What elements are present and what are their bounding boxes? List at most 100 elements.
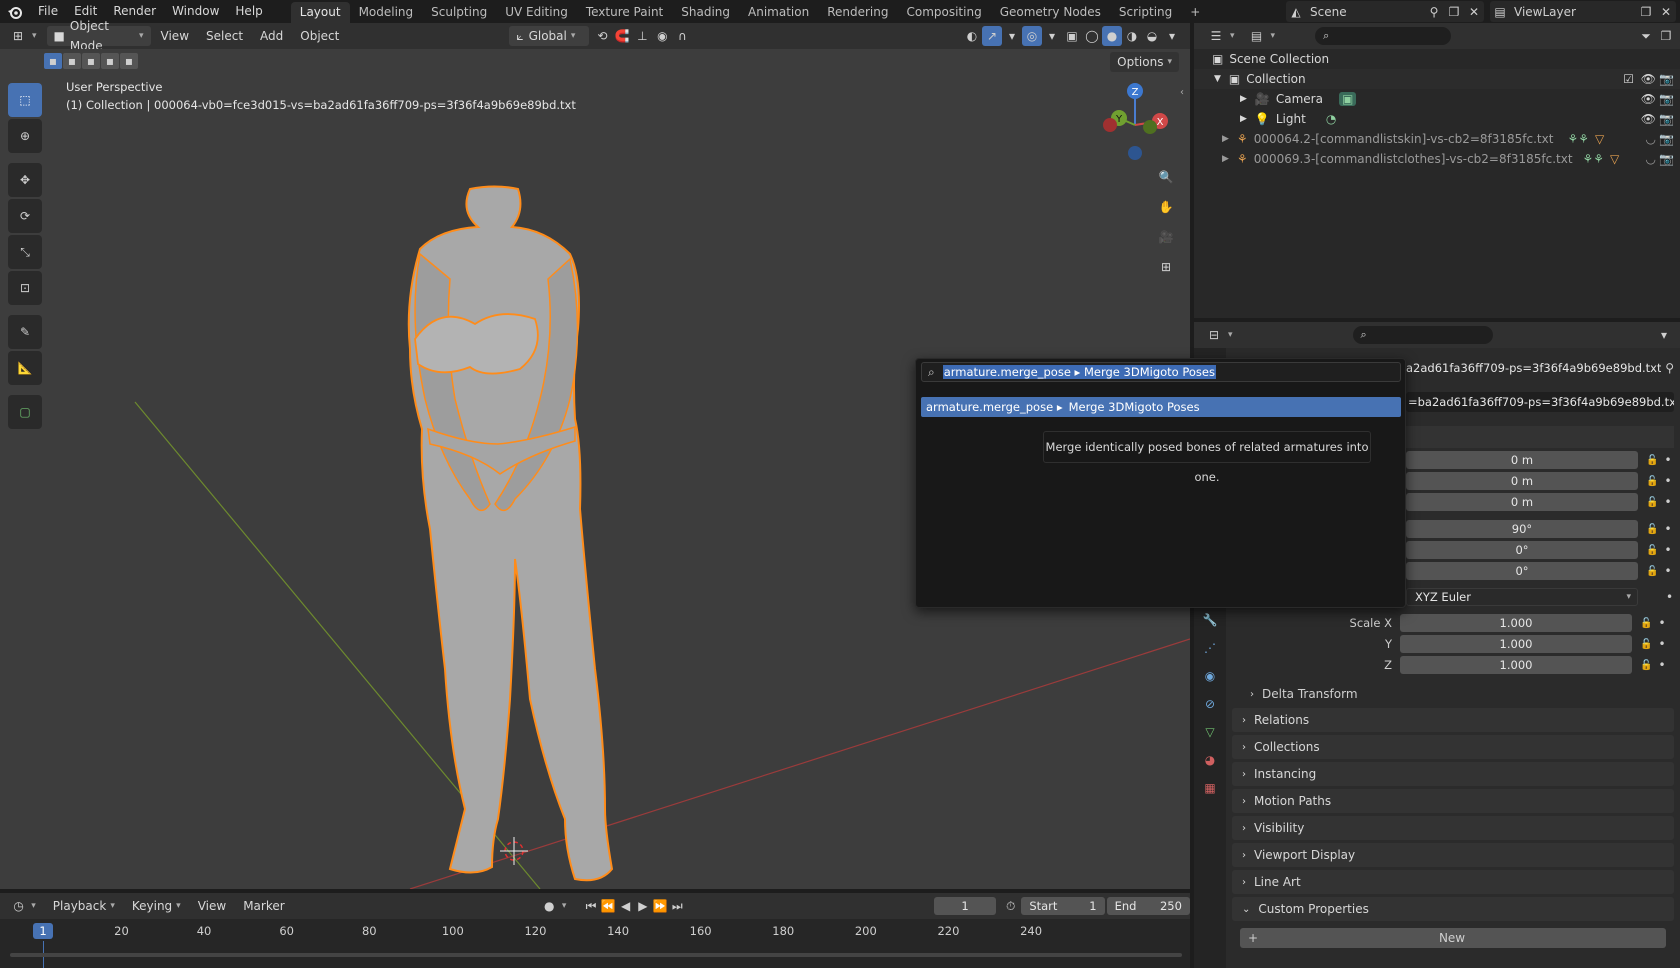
material-shading-icon[interactable]: ◑: [1122, 26, 1142, 46]
transform-tool[interactable]: ⊡: [8, 271, 42, 305]
scene-collection-row[interactable]: ▣ Scene Collection: [1194, 49, 1680, 69]
lock-icon[interactable]: 🔓: [1640, 618, 1652, 629]
gizmo-toggle-icon[interactable]: ↗: [982, 26, 1002, 46]
expand-arrow-icon[interactable]: ▶: [1222, 134, 1229, 144]
keyframe-dot-icon[interactable]: •: [1664, 453, 1671, 467]
properties-search-input[interactable]: ⌕: [1352, 326, 1493, 344]
hidden-eye-icon[interactable]: ◡: [1646, 152, 1656, 166]
zoom-icon[interactable]: 🔍: [1156, 167, 1176, 187]
scale-x-field[interactable]: 1.000: [1400, 614, 1632, 632]
properties-options-icon[interactable]: ▾: [1654, 325, 1674, 345]
visibility-eye-icon[interactable]: 👁: [1641, 92, 1656, 106]
render-camera-icon[interactable]: 📷: [1659, 92, 1674, 106]
menu-view[interactable]: View: [154, 26, 196, 46]
keyframe-dot-icon[interactable]: •: [1664, 474, 1671, 488]
menu-file[interactable]: File: [30, 0, 66, 23]
mesh-icon[interactable]: ▽: [1610, 152, 1619, 166]
play-icon[interactable]: ▶: [634, 896, 651, 916]
render-camera-icon[interactable]: 📷: [1659, 72, 1674, 86]
jump-start-icon[interactable]: ⏮: [582, 896, 599, 916]
select-box-tool[interactable]: ⬚: [8, 83, 42, 117]
keyframe-dot-icon[interactable]: •: [1664, 495, 1671, 509]
menu-timeline-view[interactable]: View: [191, 896, 233, 916]
start-frame-field[interactable]: Start 1: [1021, 897, 1105, 915]
menu-keying[interactable]: Keying ▾: [125, 896, 188, 916]
expand-arrow-icon[interactable]: ▶: [1240, 94, 1247, 104]
render-camera-icon[interactable]: 📷: [1659, 132, 1674, 146]
lock-icon[interactable]: 🔓: [1646, 476, 1658, 487]
playhead-frame-marker[interactable]: 1: [33, 923, 53, 939]
search-result-merge-pose[interactable]: armature.merge_pose ▸ Merge 3DMigoto Pos…: [921, 397, 1401, 417]
outliner-search-input[interactable]: ⌕: [1315, 27, 1452, 45]
add-workspace-button[interactable]: +: [1181, 2, 1209, 23]
menu-window[interactable]: Window: [164, 0, 227, 23]
play-reverse-icon[interactable]: ◀: [617, 896, 634, 916]
snap-target-icon[interactable]: ⊥: [632, 26, 652, 46]
outliner-item-skin[interactable]: ▶ ⚘ 000064.2-[commandlistskin]-vs-cb2=8f…: [1194, 129, 1680, 149]
tab-uv-editing[interactable]: UV Editing: [496, 2, 577, 23]
render-camera-icon[interactable]: 📷: [1659, 112, 1674, 126]
overlay-options-icon[interactable]: ▾: [1042, 26, 1062, 46]
transform-orientation[interactable]: ⟀ Global ▾: [509, 26, 590, 46]
rendered-shading-icon[interactable]: ◒: [1142, 26, 1162, 46]
modifier-icon[interactable]: ⚘⚘: [1583, 152, 1605, 166]
tab-modeling[interactable]: Modeling: [350, 2, 423, 23]
end-frame-field[interactable]: End 250: [1106, 897, 1190, 915]
xray-icon[interactable]: ▣: [1062, 26, 1082, 46]
scale-y-field[interactable]: 1.000: [1400, 635, 1632, 653]
lock-icon[interactable]: 🔓: [1646, 545, 1658, 556]
panel-relations[interactable]: › Relations: [1232, 708, 1674, 732]
outliner-item-light[interactable]: ▶ 💡 Light ◔ 👁 📷: [1194, 109, 1680, 129]
blender-logo-icon[interactable]: [0, 0, 30, 23]
timeline-ruler[interactable]: 1 20 40 60 80 100 120 140 160 180 200 220 240: [0, 919, 1190, 968]
tab-texture-paint[interactable]: Texture Paint: [577, 2, 672, 23]
scene-selector[interactable]: ◭ Scene ⚲ ❐ ✕: [1286, 1, 1484, 22]
panel-instancing[interactable]: › Instancing: [1232, 762, 1674, 786]
shading-options-icon[interactable]: ▾: [1162, 26, 1182, 46]
modifier-icon[interactable]: ⚘⚘: [1567, 132, 1589, 146]
tab-rendering[interactable]: Rendering: [818, 2, 897, 23]
particles-icon[interactable]: ⋰: [1200, 638, 1220, 658]
tab-layout[interactable]: Layout: [290, 2, 350, 23]
mode-selector[interactable]: ■ Object Mode ▾: [46, 19, 151, 53]
new-property-button[interactable]: + New: [1240, 928, 1666, 948]
menu-marker[interactable]: Marker: [236, 896, 291, 916]
panel-motion-paths[interactable]: › Motion Paths: [1232, 789, 1674, 813]
navigation-gizmo[interactable]: Z Y X: [1098, 81, 1172, 161]
rotation-z-field[interactable]: 0°: [1406, 562, 1638, 580]
menu-help[interactable]: Help: [227, 0, 270, 23]
menu-playback[interactable]: Playback ▾: [46, 896, 122, 916]
delta-transform-subpanel[interactable]: › Delta Transform: [1250, 684, 1358, 704]
pivot-icon[interactable]: ⟲: [592, 26, 612, 46]
pin-icon[interactable]: ⚲: [1424, 2, 1444, 22]
jump-end-icon[interactable]: ⏭: [669, 896, 686, 916]
panel-viewport-display[interactable]: › Viewport Display: [1232, 843, 1674, 867]
camera-data-icon[interactable]: ▣: [1338, 92, 1357, 106]
location-x-field[interactable]: 0 m: [1406, 451, 1638, 469]
constraints-icon[interactable]: ⊘: [1200, 694, 1220, 714]
data-name-field[interactable]: =ba2ad61fa36ff709-ps=3f36f4a9b69e89bd.tx…: [1406, 392, 1674, 412]
location-z-field[interactable]: 0 m: [1406, 493, 1638, 511]
expand-arrow-icon[interactable]: ▶: [1240, 114, 1247, 124]
exclude-checkbox-icon[interactable]: ☑: [1623, 72, 1634, 86]
close-layer-icon[interactable]: ✕: [1656, 2, 1676, 22]
menu-add[interactable]: Add: [253, 26, 290, 46]
record-icon[interactable]: ●: [541, 896, 558, 916]
timeline-editor-icon[interactable]: ◷: [10, 896, 27, 916]
panel-collections[interactable]: › Collections: [1232, 735, 1674, 759]
cursor-tool[interactable]: ⊕: [8, 119, 42, 153]
scale-tool[interactable]: ⤡: [8, 235, 42, 269]
visibility-eye-icon[interactable]: 👁: [1641, 72, 1656, 86]
location-y-field[interactable]: 0 m: [1406, 472, 1638, 490]
rotate-tool[interactable]: ⟳: [8, 199, 42, 233]
scale-z-field[interactable]: 1.000: [1400, 656, 1632, 674]
add-cube-tool[interactable]: ▢: [8, 395, 42, 429]
prev-keyframe-icon[interactable]: ⏪: [600, 896, 617, 916]
lock-icon[interactable]: 🔓: [1640, 660, 1652, 671]
tab-sculpting[interactable]: Sculpting: [422, 2, 496, 23]
outliner-item-clothes[interactable]: ▶ ⚘ 000069.3-[commandlistclothes]-vs-cb2…: [1194, 149, 1680, 169]
next-keyframe-icon[interactable]: ⏩: [651, 896, 668, 916]
current-frame-field[interactable]: 1: [933, 897, 997, 915]
stopwatch-icon[interactable]: ⏱: [1002, 896, 1019, 916]
new-collection-icon[interactable]: ❐: [1656, 26, 1676, 46]
